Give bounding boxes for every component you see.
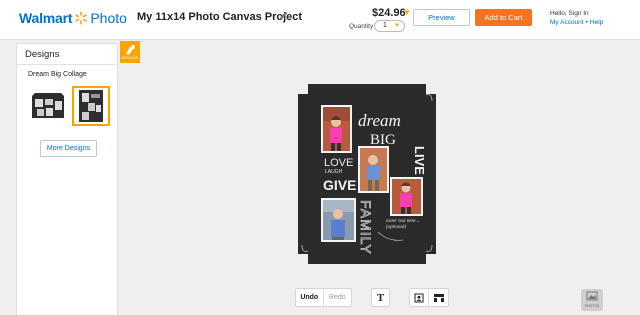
app-header: Walmart Photo My 11x14 Photo Canvas Proj… [0, 0, 640, 40]
word-live: LIVE [412, 146, 427, 175]
preview-button[interactable]: Preview [413, 9, 470, 26]
add-text-button[interactable]: T [371, 288, 390, 307]
undo-redo-group: Undo Redo [295, 288, 352, 307]
photo-slot-1[interactable] [321, 105, 352, 153]
designs-sidebar: Designs Dream Big Collage More Designs [16, 43, 118, 315]
brand-product: Photo [90, 10, 127, 26]
designs-tool-tab[interactable]: DESIGNS [120, 41, 140, 63]
sign-in-link[interactable]: Hello, Sign In [550, 10, 589, 17]
redo-button[interactable]: Redo [324, 289, 351, 306]
sidebar-title: Designs [25, 49, 60, 60]
quantity-label: Quantity [349, 23, 374, 30]
account-links: My Account • Help [550, 19, 604, 26]
enter-text-placeholder[interactable]: Enter text here... (optional) [386, 219, 426, 231]
layout-tools-group [409, 288, 449, 307]
word-big: BIG [370, 132, 396, 148]
image-frame-button[interactable] [410, 289, 430, 306]
word-family: FAMILY [358, 200, 374, 255]
photos-icon [586, 291, 598, 301]
walmart-photo-logo[interactable]: Walmart Photo [19, 9, 127, 27]
pencil-icon[interactable] [279, 10, 289, 22]
canvas-preview[interactable]: dream BIG LIVE LOVE LAUGH GIVE FAMILY En… [298, 82, 436, 264]
photo-slot-4[interactable] [321, 198, 356, 242]
collage-name: Dream Big Collage [28, 71, 87, 78]
word-love: LOVE [324, 157, 353, 169]
quantity-value: 1 [383, 22, 387, 29]
photo-slot-2[interactable] [358, 146, 389, 193]
photo-slot-3[interactable] [390, 177, 423, 216]
divider [17, 64, 117, 65]
design-thumbnail-portrait-selected[interactable] [72, 86, 110, 126]
layout-icon [433, 293, 444, 302]
project-title: My 11x14 Photo Canvas Project [137, 11, 303, 23]
design-palette-icon [124, 43, 136, 55]
spark-icon [74, 11, 88, 25]
chevron-down-icon: ▼ [394, 23, 400, 29]
photos-label: PHOTOS [584, 304, 600, 308]
design-thumbnail-landscape[interactable] [31, 89, 65, 123]
image-frame-icon [414, 293, 424, 302]
price: $24.96 [372, 7, 406, 19]
undo-button[interactable]: Undo [296, 289, 324, 306]
chevron-down-icon[interactable]: ▼ [403, 8, 411, 17]
help-link[interactable]: Help [590, 19, 603, 26]
word-dream: dream [358, 111, 401, 130]
brand-name: Walmart [19, 10, 73, 26]
word-laugh: LAUGH [325, 169, 343, 175]
more-designs-button[interactable]: More Designs [40, 140, 97, 157]
add-to-cart-button[interactable]: Add to Cart [475, 9, 532, 26]
text-icon: T [376, 291, 385, 304]
my-account-link[interactable]: My Account [550, 19, 584, 26]
designs-tab-label: DESIGNS [121, 56, 139, 60]
word-give: GIVE [323, 177, 356, 193]
layout-button[interactable] [429, 289, 448, 306]
quantity-select[interactable]: 1 ▼ [374, 20, 405, 32]
photos-tray-button[interactable]: PHOTOS [581, 289, 603, 311]
